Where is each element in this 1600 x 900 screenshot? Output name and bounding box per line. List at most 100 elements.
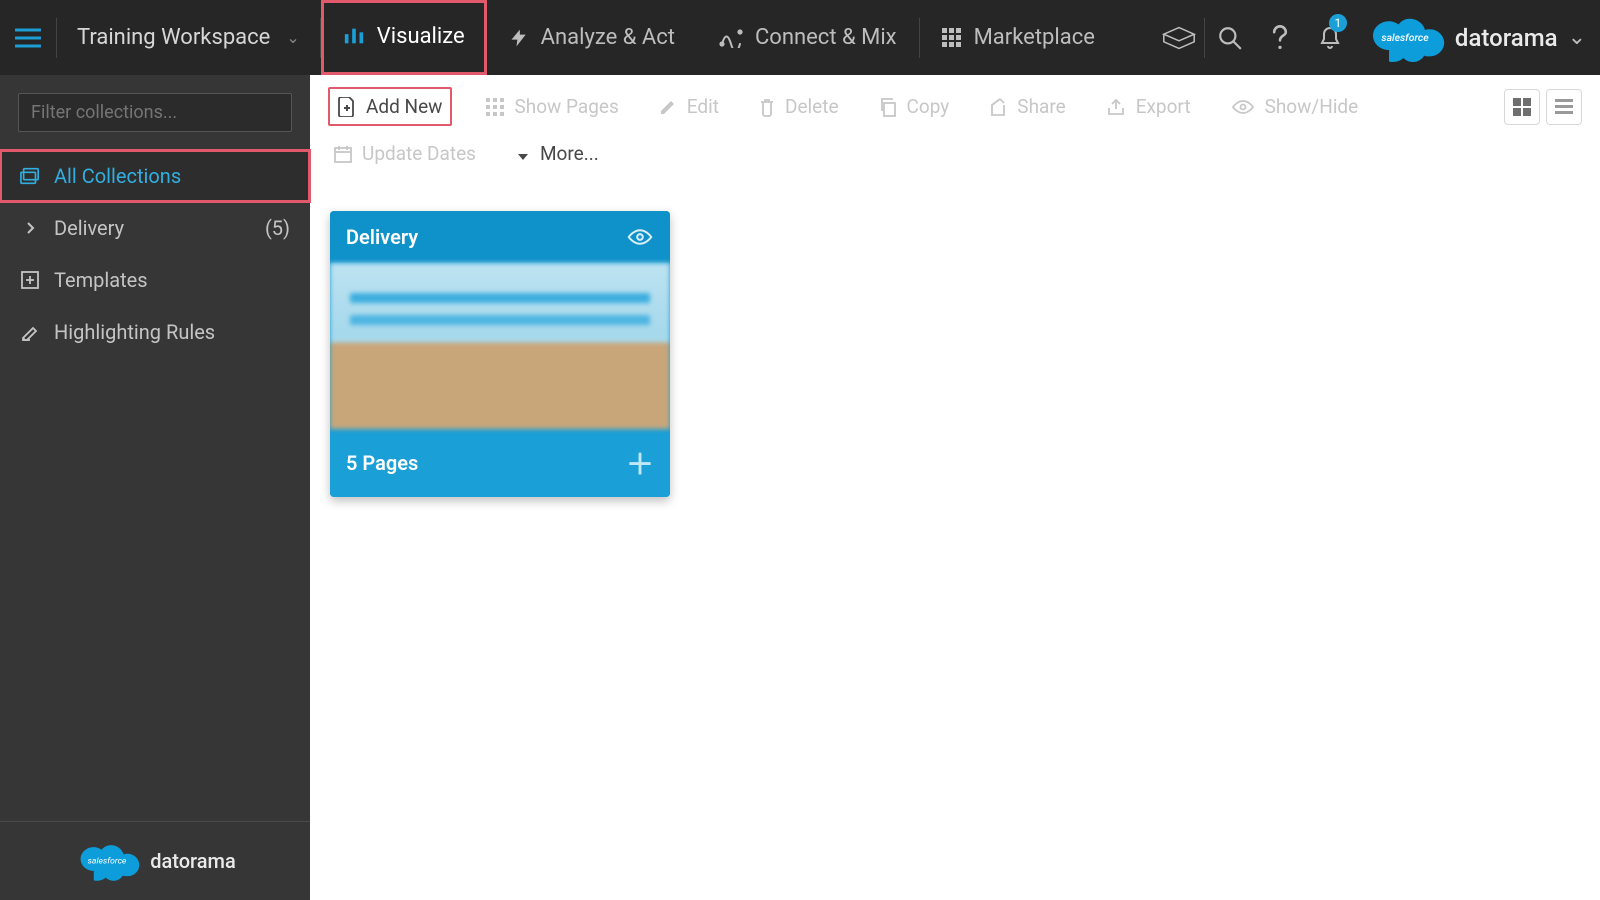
tool-label: Add New [366, 95, 442, 118]
copy-icon [879, 97, 897, 117]
chevron-right-icon [20, 221, 40, 235]
export-button[interactable]: Export [1100, 85, 1197, 128]
tab-analyze[interactable]: Analyze & Act [487, 0, 697, 75]
list-view-icon [1555, 99, 1573, 115]
footer-brand-label: datorama [150, 849, 236, 873]
sidebar-item-all-collections[interactable]: All Collections [0, 150, 310, 202]
tab-marketplace[interactable]: Marketplace [920, 0, 1117, 75]
tab-label: Analyze & Act [541, 25, 675, 50]
view-toggle [1504, 89, 1582, 125]
nav-right: 1 salesforce datorama ⌄ [1154, 0, 1600, 75]
salesforce-cloud-icon: salesforce [1365, 13, 1445, 63]
card-title: Delivery [346, 225, 418, 249]
collections-icon [20, 167, 40, 185]
arrow-down-icon [516, 146, 530, 162]
filter-wrap [0, 75, 310, 150]
sidebar-item-count: (5) [265, 216, 290, 240]
highlight-icon [20, 323, 40, 341]
sidebar-item-highlighting[interactable]: Highlighting Rules [0, 306, 310, 358]
tab-visualize[interactable]: Visualize [321, 0, 487, 75]
tool-label: Show/Hide [1265, 95, 1359, 118]
notification-badge: 1 [1329, 14, 1347, 32]
tab-label: Visualize [377, 24, 465, 49]
notifications-button[interactable]: 1 [1305, 0, 1355, 75]
brand-label: datorama [1455, 24, 1558, 52]
question-icon [1269, 24, 1291, 52]
export-icon [1106, 98, 1126, 116]
calendar-icon [334, 145, 352, 163]
grid-view-button[interactable] [1504, 89, 1540, 125]
pencil-icon [659, 98, 677, 116]
toolbar: Add New Show Pages Edit Delete Copy Shar… [310, 75, 1600, 128]
tab-label: Marketplace [974, 25, 1095, 50]
card-header: Delivery [330, 211, 670, 263]
menu-button[interactable] [0, 0, 56, 75]
sidebar-footer: salesforce datorama [0, 821, 310, 900]
tool-label: Update Dates [362, 142, 476, 165]
bar-chart-icon [343, 25, 365, 47]
list-view-button[interactable] [1546, 89, 1582, 125]
tool-label: Copy [907, 95, 950, 118]
toolbar-row-2: Update Dates More... [310, 128, 1600, 183]
filter-collections-input[interactable] [18, 93, 292, 132]
tool-label: Export [1136, 95, 1191, 118]
tool-label: Delete [785, 95, 839, 118]
sidebar-item-templates[interactable]: Templates [0, 254, 310, 306]
collection-card-delivery[interactable]: Delivery 5 Pages ＋ [330, 211, 670, 497]
canvas: Delivery 5 Pages ＋ [310, 183, 1600, 900]
tab-label: Connect & Mix [755, 25, 897, 50]
card-footer: 5 Pages ＋ [330, 429, 670, 497]
grid-view-icon [1513, 98, 1531, 116]
brand-menu[interactable]: salesforce datorama ⌄ [1355, 13, 1600, 63]
search-icon [1217, 25, 1243, 51]
grid-icon [486, 98, 504, 116]
add-new-button[interactable]: Add New [328, 87, 452, 126]
search-button[interactable] [1205, 0, 1255, 75]
card-page-count: 5 Pages [346, 451, 418, 475]
salesforce-cloud-icon: salesforce [74, 840, 140, 882]
sidebar-item-label: Delivery [54, 216, 124, 240]
more-button[interactable]: More... [510, 132, 605, 175]
eye-icon[interactable] [626, 228, 654, 246]
connect-icon [719, 28, 743, 48]
sidebar-item-label: Highlighting Rules [54, 320, 215, 344]
sidebar-item-label: All Collections [54, 164, 181, 188]
update-dates-button[interactable]: Update Dates [328, 132, 482, 175]
tab-connect[interactable]: Connect & Mix [697, 0, 919, 75]
workspace-selector[interactable]: Training Workspace ⌄ [57, 0, 320, 75]
copy-button[interactable]: Copy [873, 85, 956, 128]
plus-square-icon [20, 271, 40, 289]
tool-label: Show Pages [514, 95, 618, 118]
apps-icon [942, 28, 962, 48]
chevron-down-icon: ⌄ [286, 28, 299, 47]
help-button[interactable] [1255, 0, 1305, 75]
lightning-icon [509, 27, 529, 49]
top-nav: Training Workspace ⌄ Visualize Analyze &… [0, 0, 1600, 75]
share-button[interactable]: Share [983, 85, 1071, 128]
main-pane: Add New Show Pages Edit Delete Copy Shar… [310, 75, 1600, 900]
workspace-name: Training Workspace [77, 25, 270, 50]
show-pages-button[interactable]: Show Pages [480, 85, 624, 128]
add-page-button[interactable]: ＋ [626, 443, 654, 483]
card-thumbnail [330, 263, 670, 429]
share-icon [989, 97, 1007, 117]
sidebar-item-label: Templates [54, 268, 148, 292]
body: All Collections Delivery (5) Templates H… [0, 75, 1600, 900]
sidebar: All Collections Delivery (5) Templates H… [0, 75, 310, 900]
file-plus-icon [338, 97, 356, 117]
eye-icon [1231, 99, 1255, 115]
tool-label: Edit [687, 95, 719, 118]
hamburger-icon [15, 28, 41, 48]
nav-tabs: Visualize Analyze & Act Connect & Mix Ma… [321, 0, 1117, 75]
edit-button[interactable]: Edit [653, 85, 725, 128]
svg-text:salesforce: salesforce [1381, 31, 1429, 44]
tool-label: Share [1017, 95, 1065, 118]
box-button[interactable] [1154, 0, 1204, 75]
chevron-down-icon: ⌄ [1568, 25, 1586, 50]
sidebar-item-delivery[interactable]: Delivery (5) [0, 202, 310, 254]
svg-text:salesforce: salesforce [88, 857, 127, 867]
box-icon [1160, 24, 1198, 52]
delete-button[interactable]: Delete [753, 85, 845, 128]
trash-icon [759, 97, 775, 117]
show-hide-button[interactable]: Show/Hide [1225, 85, 1365, 128]
